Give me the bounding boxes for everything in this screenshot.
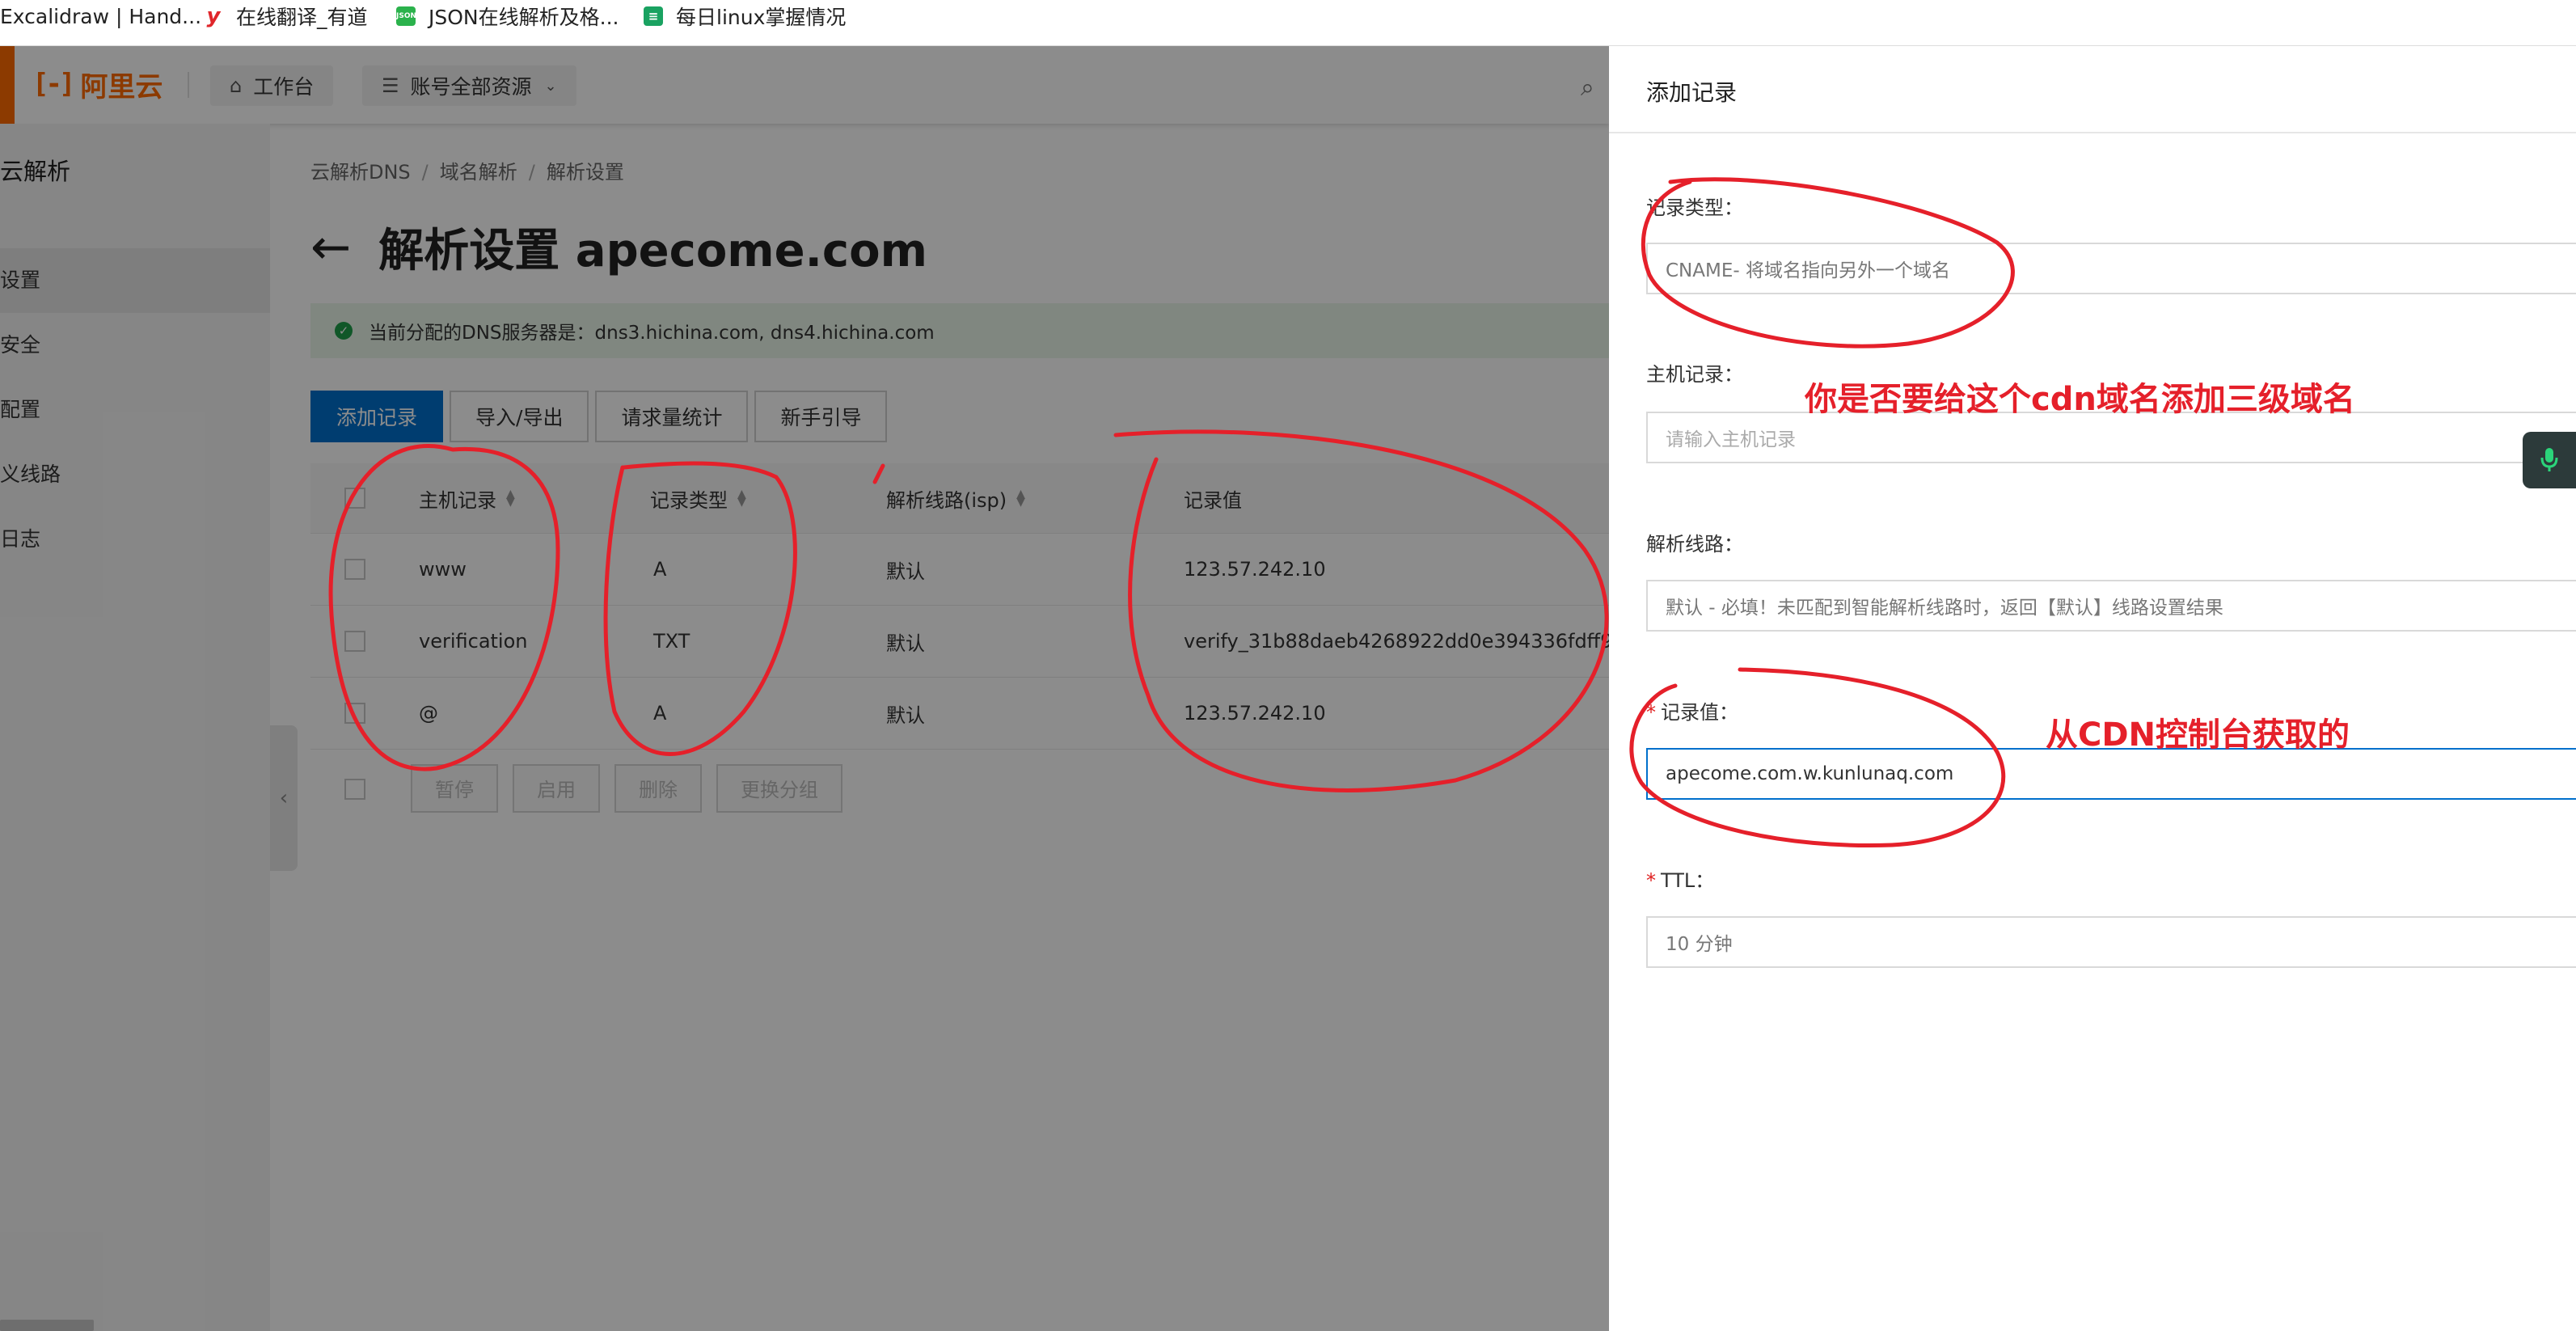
annotation-circle-record-type <box>1641 177 2015 349</box>
annotation-layer <box>328 177 2015 848</box>
annotation-circle-value-column <box>1113 429 1609 792</box>
annotation-circle-record-value <box>1629 667 2006 848</box>
annotation-tick-line-column <box>872 463 885 484</box>
annotation-circle-host-column <box>328 444 560 771</box>
annotation-circle-type-column <box>603 461 797 756</box>
annotation-value-note: 从CDN控制台获取的 <box>2046 716 2350 754</box>
annotation-host-note: 你是否要给这个cdn域名添加三级域名 <box>1805 381 2355 418</box>
